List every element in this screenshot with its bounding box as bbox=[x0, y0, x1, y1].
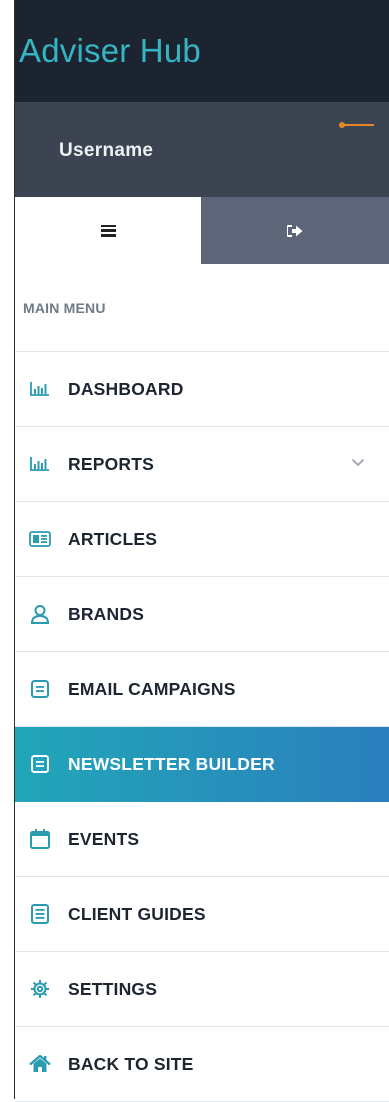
menu-section-title: MAIN MENU bbox=[23, 299, 106, 316]
bar-chart-icon bbox=[29, 453, 51, 475]
sidebar-item-newsletter-builder[interactable]: NEWSLETTER BUILDER bbox=[15, 727, 389, 802]
document-icon bbox=[29, 903, 51, 925]
brand-title: Adviser Hub bbox=[19, 32, 201, 69]
sidebar-item-label: DASHBOARD bbox=[68, 378, 184, 399]
envelope-icon bbox=[29, 678, 51, 700]
menu-section-header: MAIN MENU bbox=[15, 264, 389, 352]
sidebar-item-label: REPORTS bbox=[68, 453, 154, 474]
user-icon bbox=[29, 603, 51, 625]
sidebar-item-dashboard[interactable]: DASHBOARD bbox=[15, 352, 389, 427]
envelope-icon bbox=[29, 753, 51, 775]
sidebar-item-label: EVENTS bbox=[68, 828, 140, 849]
sidebar-item-events[interactable]: EVENTS bbox=[15, 802, 389, 877]
chevron-down-icon[interactable] bbox=[351, 454, 365, 472]
sidebar-item-label: SETTINGS bbox=[68, 978, 158, 999]
sidebar-item-label: CLIENT GUIDES bbox=[68, 903, 206, 924]
sidebar-item-reports[interactable]: REPORTS bbox=[15, 427, 389, 502]
sidebar-item-settings[interactable]: SETTINGS bbox=[15, 952, 389, 1027]
tab-logout[interactable] bbox=[201, 197, 389, 264]
status-dot bbox=[339, 122, 345, 128]
sidebar-item-email-campaigns[interactable]: EMAIL CAMPAIGNS bbox=[15, 652, 389, 727]
sidebar-item-label: BRANDS bbox=[68, 603, 145, 624]
sidebar-item-articles[interactable]: ARTICLES bbox=[15, 502, 389, 577]
brand-header: Adviser Hub bbox=[15, 0, 389, 102]
sidebar-item-client-guides[interactable]: CLIENT GUIDES bbox=[15, 877, 389, 952]
hamburger-menu-icon bbox=[100, 224, 116, 237]
sidebar: Adviser Hub Username MAIN MENU DASHBOARD… bbox=[15, 0, 389, 1102]
status-line bbox=[343, 124, 374, 126]
bar-chart-icon bbox=[29, 378, 51, 400]
status-indicator bbox=[339, 122, 374, 128]
gear-icon bbox=[29, 978, 51, 1000]
username: Username bbox=[59, 140, 154, 161]
sidebar-tabs bbox=[15, 197, 389, 264]
sidebar-item-brands[interactable]: BRANDS bbox=[15, 577, 389, 652]
sidebar-item-label: NEWSLETTER BUILDER bbox=[68, 753, 275, 774]
sidebar-item-label: BACK TO SITE bbox=[68, 1053, 194, 1074]
page-left-margin bbox=[0, 0, 14, 1099]
user-panel: Username bbox=[15, 102, 389, 197]
newspaper-icon bbox=[29, 528, 51, 550]
sidebar-item-label: EMAIL CAMPAIGNS bbox=[68, 678, 236, 699]
calendar-icon bbox=[29, 828, 51, 850]
sidebar-item-label: ARTICLES bbox=[68, 528, 158, 549]
sidebar-item-back-to-site[interactable]: BACK TO SITE bbox=[15, 1027, 389, 1102]
tab-menu[interactable] bbox=[15, 197, 201, 264]
home-icon bbox=[29, 1053, 51, 1075]
sign-out-icon bbox=[287, 224, 303, 237]
